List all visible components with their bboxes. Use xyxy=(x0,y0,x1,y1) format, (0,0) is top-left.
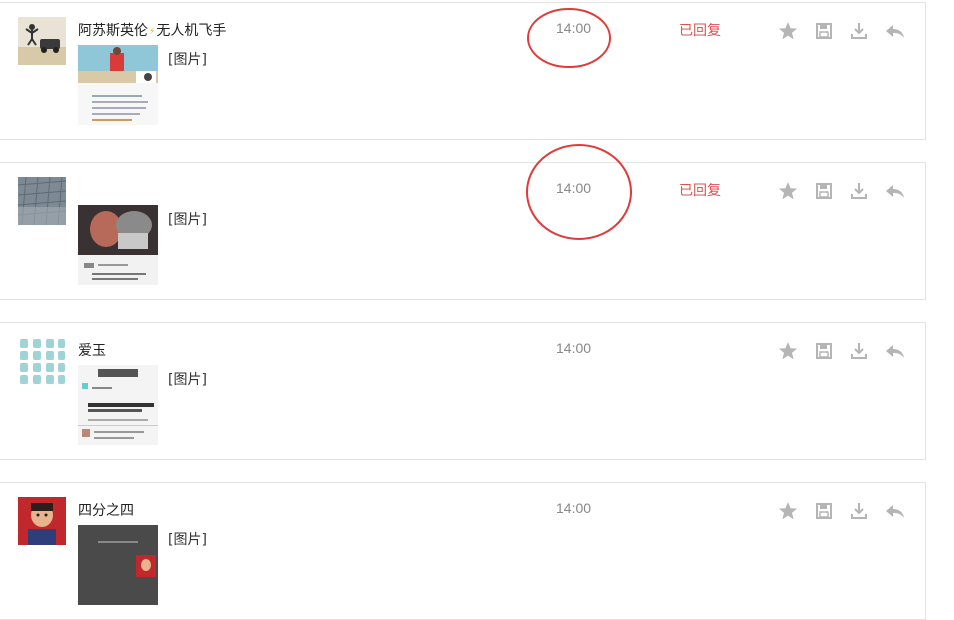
action-bar xyxy=(776,339,916,363)
message-preview: [图片] xyxy=(168,212,207,228)
sender-name[interactable]: 爱玉 xyxy=(78,340,106,360)
save-icon[interactable] xyxy=(812,19,836,43)
image-thumbnail[interactable] xyxy=(78,365,158,445)
star-icon[interactable] xyxy=(776,339,800,363)
message-preview: [图片] xyxy=(168,372,207,388)
star-icon[interactable] xyxy=(776,499,800,523)
sender-name[interactable]: 四分之四 xyxy=(78,500,134,520)
status-replied: 已回复 xyxy=(679,183,721,199)
image-thumbnail[interactable] xyxy=(78,525,158,605)
action-bar xyxy=(776,499,916,523)
avatar[interactable] xyxy=(18,337,66,385)
image-thumbnail[interactable] xyxy=(78,205,158,285)
avatar[interactable] xyxy=(18,497,66,545)
sender-name[interactable]: 阿苏斯英伦⚡无人机飞手 xyxy=(78,20,226,40)
avatar[interactable] xyxy=(18,177,66,225)
message-preview: [图片] xyxy=(168,52,207,68)
save-icon[interactable] xyxy=(812,339,836,363)
sender-name-suffix: 无人机飞手 xyxy=(156,23,227,39)
reply-icon[interactable] xyxy=(883,19,907,43)
image-thumbnail[interactable] xyxy=(78,45,158,125)
download-icon[interactable] xyxy=(847,179,871,203)
avatar[interactable] xyxy=(18,17,66,65)
action-bar xyxy=(776,19,916,43)
message-preview: [图片] xyxy=(168,532,207,548)
star-icon[interactable] xyxy=(776,19,800,43)
download-icon[interactable] xyxy=(847,339,871,363)
message-card[interactable]: 阿苏斯英伦⚡无人机飞手 [图片] 14:00 已回复 xyxy=(0,2,926,140)
save-icon[interactable] xyxy=(812,499,836,523)
download-icon[interactable] xyxy=(847,499,871,523)
message-time: 14:00 xyxy=(556,20,592,36)
reply-icon[interactable] xyxy=(883,339,907,363)
action-bar xyxy=(776,179,916,203)
message-time: 14:00 xyxy=(556,500,592,516)
save-icon[interactable] xyxy=(812,179,836,203)
message-card[interactable]: 爱玉 [图片] 14:00 xyxy=(0,322,926,460)
message-time: 14:00 xyxy=(556,340,592,356)
reply-icon[interactable] xyxy=(883,499,907,523)
reply-icon[interactable] xyxy=(883,179,907,203)
message-card[interactable]: 四分之四 [图片] 14:00 xyxy=(0,482,926,620)
status-replied: 已回复 xyxy=(679,23,721,39)
download-icon[interactable] xyxy=(847,19,871,43)
message-card[interactable]: [图片] 14:00 已回复 xyxy=(0,162,926,300)
message-time: 14:00 xyxy=(556,180,592,196)
star-icon[interactable] xyxy=(776,179,800,203)
lightning-icon: ⚡ xyxy=(149,27,156,37)
sender-name-text: 阿苏斯英伦 xyxy=(78,23,148,39)
